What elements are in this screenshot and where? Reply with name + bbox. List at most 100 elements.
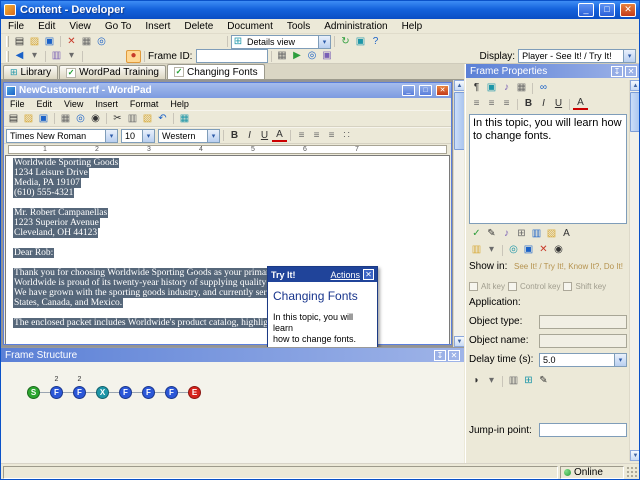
toolbar-grip[interactable] — [6, 50, 9, 62]
fp-edit-button[interactable]: ✎ — [484, 228, 499, 241]
fp-link-button[interactable]: ∞ — [536, 82, 551, 95]
resize-grip[interactable] — [626, 466, 639, 479]
template-button[interactable]: ▥ — [49, 50, 64, 63]
panel-close-icon[interactable]: ✕ — [625, 65, 637, 77]
fp-sound-button[interactable]: ♪ — [499, 82, 514, 95]
dropdown-arrow-icon[interactable]: ▾ — [614, 353, 626, 366]
scroll-up-button[interactable]: ▲ — [630, 80, 639, 91]
wp-print-button[interactable]: ▦ — [58, 112, 73, 125]
back-dropdown-button[interactable]: ▾ — [27, 50, 42, 63]
template-dropdown-button[interactable]: ▾ — [64, 50, 79, 63]
details-view-combo[interactable]: ⊞ Details view ▾ — [231, 34, 331, 49]
fp-delete-button[interactable]: ✕ — [536, 244, 551, 257]
stage-scrollbar[interactable]: ▲ ▼ — [453, 80, 464, 347]
pin-icon[interactable]: ↧ — [611, 65, 623, 77]
charset-combo[interactable]: Western ▾ — [158, 128, 220, 143]
wordpad-maximize-button[interactable]: □ — [419, 85, 432, 96]
tab-changing-fonts[interactable]: ✓ Changing Fonts — [166, 64, 265, 79]
font-size-combo[interactable]: 10 ▾ — [121, 128, 155, 143]
wordpad-menu-item[interactable]: File — [4, 99, 31, 109]
wordpad-menu-item[interactable]: Insert — [89, 99, 124, 109]
menu-item[interactable]: Insert — [138, 21, 177, 32]
fp-dropdown-button[interactable]: ▾ — [484, 244, 499, 257]
jump-in-field[interactable] — [539, 423, 627, 437]
fp-mouse-dropdown-button[interactable]: ▾ — [484, 375, 499, 388]
publish-button[interactable]: ▣ — [320, 50, 335, 63]
tab-wordpad-training[interactable]: ✓ WordPad Training — [59, 65, 166, 79]
frame-node-e[interactable]: E — [188, 386, 201, 399]
fp-font-button[interactable]: A — [559, 228, 574, 241]
dropdown-arrow-icon[interactable]: ▾ — [207, 129, 219, 142]
scroll-down-button[interactable]: ▼ — [454, 336, 464, 347]
dropdown-arrow-icon[interactable]: ▾ — [318, 35, 330, 48]
refresh-button[interactable]: ↻ — [338, 35, 353, 48]
object-name-field[interactable] — [539, 333, 627, 348]
fp-edit2-button[interactable]: ✎ — [536, 375, 551, 388]
open-button[interactable]: ▨ — [27, 35, 42, 48]
frame-properties-header[interactable]: Frame Properties ↧ ✕ — [466, 64, 639, 78]
fp-audio-button[interactable]: ♪ — [499, 228, 514, 241]
fp-template-button[interactable]: ▥ — [469, 244, 484, 257]
delete-button[interactable]: ✕ — [64, 35, 79, 48]
wordpad-menu-item[interactable]: Format — [124, 99, 165, 109]
display-combo[interactable]: Player - See It! / Try It! ▾ — [518, 49, 637, 63]
menu-item[interactable]: Edit — [31, 21, 62, 32]
record-button[interactable]: ● — [126, 49, 141, 63]
font-name-combo[interactable]: Times New Roman ▾ — [6, 128, 118, 143]
tryit-titlebar[interactable]: Try It! Actions ✕ — [268, 267, 377, 282]
object-type-field[interactable] — [539, 314, 627, 329]
align-right-button[interactable]: ≡ — [324, 129, 339, 142]
menu-item[interactable]: Document — [220, 21, 280, 32]
bold-button[interactable]: B — [227, 129, 242, 142]
wp-find-button[interactable]: ◉ — [88, 112, 103, 125]
tryit-close-button[interactable]: ✕ — [363, 269, 374, 280]
wp-new-button[interactable]: ▤ — [6, 112, 21, 125]
fp-mouse-button[interactable]: ◗ — [469, 375, 484, 388]
menu-item[interactable]: Delete — [177, 21, 220, 32]
menu-item[interactable]: Help — [395, 21, 430, 32]
fp-align-center-button[interactable]: ≡ — [484, 98, 499, 111]
scroll-down-button[interactable]: ▼ — [630, 450, 639, 461]
frame-node-x[interactable]: X — [96, 386, 109, 399]
save-button[interactable]: ▣ — [42, 35, 57, 48]
menu-item[interactable]: Go To — [98, 21, 139, 32]
fp-image-button[interactable]: ▣ — [484, 82, 499, 95]
alt-key-checkbox[interactable] — [469, 282, 478, 291]
frame-node-f[interactable]: F2 — [73, 376, 86, 399]
fp-grid-button[interactable]: ⊞ — [514, 228, 529, 241]
wordpad-menu-item[interactable]: Edit — [31, 99, 59, 109]
panel-close-icon[interactable]: ✕ — [448, 349, 460, 361]
fp-film-button[interactable]: ▦ — [514, 82, 529, 95]
frame-id-input[interactable] — [195, 49, 268, 63]
menu-item[interactable]: Administration — [317, 21, 394, 32]
wp-datetime-button[interactable]: ▦ — [177, 112, 192, 125]
fp-grid2-button[interactable]: ⊞ — [521, 375, 536, 388]
wordpad-document[interactable]: Worldwide Sporting Goods 1234 Leisure Dri… — [5, 155, 450, 344]
wp-save-button[interactable]: ▣ — [36, 112, 51, 125]
wp-preview-button[interactable]: ◎ — [73, 112, 88, 125]
close-button[interactable]: ✕ — [620, 3, 636, 17]
wp-open-button[interactable]: ▨ — [21, 112, 36, 125]
fp-check-button[interactable]: ✓ — [469, 228, 484, 241]
menu-item[interactable]: View — [62, 21, 98, 32]
fp-bold-button[interactable]: B — [521, 98, 536, 111]
film-button[interactable]: ▦ — [275, 50, 290, 63]
dropdown-arrow-icon[interactable]: ▾ — [105, 129, 117, 142]
fp-align-right-button[interactable]: ≡ — [499, 98, 514, 111]
underline-button[interactable]: U — [257, 129, 272, 142]
toolbar-grip[interactable] — [6, 36, 9, 47]
scroll-thumb[interactable] — [630, 92, 639, 132]
fp-align-left-button[interactable]: ≡ — [469, 98, 484, 111]
frame-node-f[interactable]: F — [142, 386, 155, 399]
dropdown-arrow-icon[interactable]: ▾ — [142, 129, 154, 142]
new-button[interactable]: ▤ — [12, 35, 27, 48]
wordpad-minimize-button[interactable]: _ — [402, 85, 415, 96]
help-button[interactable]: ? — [368, 35, 383, 48]
wp-copy-button[interactable]: ▥ — [125, 112, 140, 125]
frame-structure-header[interactable]: Frame Structure ↧ ✕ — [1, 348, 464, 362]
frame-node-f[interactable]: F — [119, 386, 132, 399]
wp-cut-button[interactable]: ✂ — [110, 112, 125, 125]
frame-properties-scrollbar[interactable]: ▲ ▼ — [629, 80, 639, 461]
tryit-actions-link[interactable]: Actions — [330, 270, 360, 280]
frame-node-f[interactable]: F2 — [50, 376, 63, 399]
